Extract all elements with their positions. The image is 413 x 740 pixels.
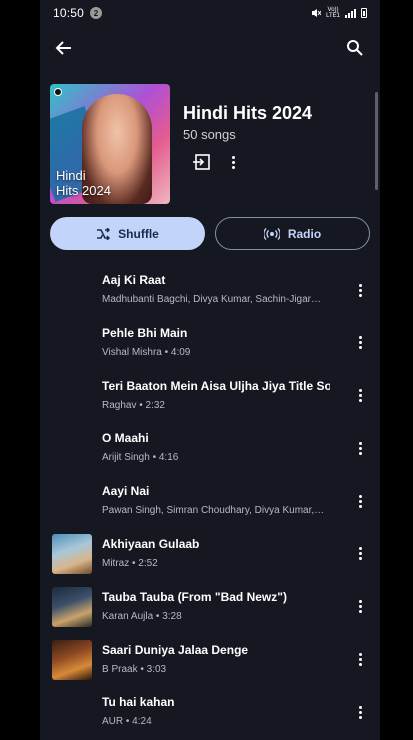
shuffle-icon bbox=[97, 227, 111, 240]
radio-button[interactable]: Radio bbox=[215, 217, 370, 250]
search-icon[interactable] bbox=[339, 32, 371, 64]
list-item[interactable]: O Maahi Arijit Singh • 4:16 bbox=[40, 424, 380, 477]
track-subtitle: Raghav • 2:32 bbox=[102, 399, 165, 411]
shuffle-button[interactable]: Shuffle bbox=[50, 217, 205, 250]
list-item[interactable]: Tauba Tauba (From "Bad Newz") Karan Aujl… bbox=[40, 583, 380, 636]
list-item[interactable]: Tu hai kahan AUR • 4:24 bbox=[40, 688, 380, 740]
status-time: 10:50 bbox=[53, 6, 85, 20]
list-item[interactable]: Teri Baaton Mein Aisa Uljha Jiya Title S… bbox=[40, 372, 380, 425]
track-subtitle: Arijit Singh • 4:16 bbox=[102, 452, 179, 464]
more-vert-icon[interactable] bbox=[350, 384, 370, 408]
more-vert-icon[interactable] bbox=[350, 700, 370, 724]
list-item[interactable]: Aaj Ki Raat Madhubanti Bagchi, Divya Kum… bbox=[40, 266, 380, 319]
track-subtitle: Madhubanti Bagchi, Divya Kumar, Sachin-J… bbox=[102, 294, 321, 305]
track-subtitle: AUR • 4:24 bbox=[102, 716, 152, 728]
playlist-song-count: 50 songs bbox=[183, 127, 236, 142]
list-item[interactable]: Saari Duniya Jalaa Denge B Praak • 3:03 bbox=[40, 636, 380, 689]
playlist-actions bbox=[192, 154, 235, 170]
notification-count-badge: 2 bbox=[90, 7, 103, 19]
track-list: Aaj Ki Raat Madhubanti Bagchi, Divya Kum… bbox=[40, 266, 380, 740]
radio-icon bbox=[263, 227, 280, 240]
more-vert-icon[interactable] bbox=[350, 648, 370, 672]
more-vert-icon[interactable] bbox=[350, 278, 370, 302]
network-indicator: Vo)) LTE1 bbox=[326, 7, 340, 19]
more-vert-icon[interactable] bbox=[350, 436, 370, 460]
scrollbar[interactable] bbox=[375, 92, 378, 190]
track-subtitle: B Praak • 3:03 bbox=[102, 663, 167, 675]
list-item[interactable]: Pehle Bhi Main Vishal Mishra • 4:09 bbox=[40, 319, 380, 372]
status-icons: Vo)) LTE1 bbox=[311, 7, 367, 19]
playlist-cover: Hindi Hits 2024 bbox=[50, 84, 170, 204]
battery-icon bbox=[361, 8, 367, 18]
playlist-title: Hindi Hits 2024 bbox=[183, 103, 313, 123]
more-vert-icon[interactable] bbox=[232, 155, 235, 169]
youtube-music-logo bbox=[54, 88, 62, 96]
list-item[interactable]: Akhiyaan Gulaab Mitraz • 2:52 bbox=[40, 530, 380, 583]
track-title: Pehle Bhi Main bbox=[102, 325, 188, 340]
track-title: Tauba Tauba (From "Bad Newz") bbox=[102, 589, 287, 604]
signal-icon bbox=[345, 8, 356, 18]
more-vert-icon[interactable] bbox=[350, 595, 370, 619]
radio-label: Radio bbox=[287, 226, 322, 241]
track-title: Saari Duniya Jalaa Denge bbox=[102, 642, 249, 657]
track-subtitle: Vishal Mishra • 4:09 bbox=[102, 346, 191, 358]
screen: 10:50 2 Vo)) LTE1 Hindi Hits 2024 Hindi … bbox=[40, 0, 380, 740]
list-item[interactable]: Aayi Nai Pawan Singh, Simran Choudhary, … bbox=[40, 477, 380, 530]
mute-icon bbox=[312, 9, 322, 17]
track-subtitle: Mitraz • 2:52 bbox=[102, 557, 158, 569]
more-vert-icon[interactable] bbox=[350, 542, 370, 566]
track-thumbnail bbox=[52, 639, 92, 680]
track-title: Teri Baaton Mein Aisa Uljha Jiya Title S… bbox=[102, 378, 330, 393]
back-arrow-icon[interactable] bbox=[48, 32, 80, 64]
shuffle-label: Shuffle bbox=[118, 226, 159, 241]
track-thumbnail bbox=[52, 586, 92, 627]
track-thumbnail bbox=[52, 533, 92, 574]
track-title: Aaj Ki Raat bbox=[102, 273, 166, 287]
track-title: Akhiyaan Gulaab bbox=[102, 536, 200, 551]
track-title: Aayi Nai bbox=[102, 484, 150, 499]
track-subtitle: Karan Aujla • 3:28 bbox=[102, 610, 182, 622]
track-subtitle: Pawan Singh, Simran Choudhary, Divya Kum… bbox=[102, 505, 325, 517]
more-vert-icon[interactable] bbox=[350, 331, 370, 355]
save-to-library-icon[interactable] bbox=[192, 154, 210, 170]
more-vert-icon[interactable] bbox=[350, 489, 370, 513]
top-app-bar bbox=[40, 30, 380, 66]
track-title: O Maahi bbox=[102, 431, 149, 446]
status-bar: 10:50 2 Vo)) LTE1 bbox=[40, 0, 380, 26]
track-title: Tu hai kahan bbox=[102, 695, 175, 710]
